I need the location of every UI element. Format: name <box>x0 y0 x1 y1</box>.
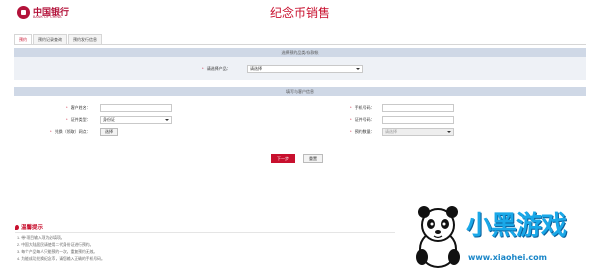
required-mark: * <box>202 66 204 71</box>
tab-divider <box>14 44 586 45</box>
chevron-down-icon <box>447 131 451 133</box>
section-product-panel: * 请选择产品： 请选择 <box>14 57 586 80</box>
reset-button[interactable]: 重置 <box>303 154 323 163</box>
tip-item: 1. 带*项目输入项为必填项。 <box>17 236 65 240</box>
branch-label: 兑换（领取）网点： <box>54 129 91 134</box>
tab-reserve[interactable]: 预约 <box>14 34 32 44</box>
product-select-value: 请选择 <box>250 66 262 71</box>
id-type-label: 证件类型： <box>70 117 91 122</box>
id-type-value: 身份证 <box>103 117 115 122</box>
tips-title-row: 温馨提示 <box>15 224 395 232</box>
tips-list: 1. 带*项目输入项为必填项。 2. 中国大陆居民请使用二代身份证进行预约。 3… <box>17 235 105 263</box>
panda-mascot-icon <box>416 206 460 268</box>
required-mark: * <box>66 105 68 110</box>
required-mark: * <box>350 105 352 110</box>
tab-issue-info[interactable]: 预约发行信息 <box>68 34 102 44</box>
tip-item: 4. 为能成功兑换纪念币，请您输入正确的手机号码。 <box>17 257 105 261</box>
phone-label: 手机号码： <box>354 105 375 110</box>
id-type-row: * 证件类型： <box>66 116 91 124</box>
branch-select-button[interactable]: 选择 <box>100 128 118 136</box>
id-type-select[interactable]: 身份证 <box>100 116 172 124</box>
site-watermark: 小黑游戏 www.xiaohei.com <box>398 199 598 269</box>
product-select[interactable]: 请选择 <box>247 65 363 73</box>
name-input[interactable] <box>100 104 172 112</box>
chevron-down-icon <box>165 119 169 121</box>
section-customer-panel: * 客户姓名： * 证件类型： 身份证 * 兑换（领取）网点： 选择 * 手机号… <box>14 96 586 148</box>
page-title: 纪念币销售 <box>269 6 330 20</box>
chevron-down-icon <box>356 68 360 70</box>
quantity-select-value: 请选择 <box>385 129 397 134</box>
section-product-header: 选择预约品类/存款帐 <box>14 48 586 57</box>
id-number-row: * 证件号码： <box>350 116 375 124</box>
tips-section: 温馨提示 <box>15 224 395 232</box>
location-pin-icon <box>15 225 19 231</box>
watermark-logo: 小黑游戏 <box>466 211 567 241</box>
required-mark: * <box>350 117 352 122</box>
watermark-url: www.xiaohei.com <box>468 253 547 262</box>
tab-bar: 预约 预约记录查询 预约发行信息 <box>14 34 103 44</box>
phone-row: * 手机号码： <box>350 104 375 112</box>
phone-input[interactable] <box>382 104 454 112</box>
branch-row: * 兑换（领取）网点： <box>50 128 91 136</box>
id-number-label: 证件号码： <box>354 117 375 122</box>
next-button[interactable]: 下一步 <box>271 154 295 163</box>
tip-item: 3. 每个产品每人只能预约一次，重复预约无效。 <box>17 250 98 254</box>
quantity-select[interactable]: 请选择 <box>382 128 454 136</box>
name-row: * 客户姓名： <box>66 104 91 112</box>
quantity-row: * 预约数量： <box>350 128 375 136</box>
quantity-label: 预约数量： <box>354 129 375 134</box>
header: 中国银行 BANK OF CHINA 纪念币销售 <box>0 0 600 26</box>
product-label: 请选择产品： <box>206 66 231 71</box>
tip-item: 2. 中国大陆居民请使用二代身份证进行预约。 <box>17 243 94 247</box>
product-row: * 请选择产品： <box>202 65 231 73</box>
required-mark: * <box>350 129 352 134</box>
tips-title: 温馨提示 <box>21 225 44 231</box>
id-number-input[interactable] <box>382 116 454 124</box>
required-mark: * <box>50 129 52 134</box>
name-label: 客户姓名： <box>70 105 91 110</box>
required-mark: * <box>66 117 68 122</box>
section-customer-header: 填写与客户信息 <box>14 87 586 96</box>
tab-reservation-records[interactable]: 预约记录查询 <box>33 34 67 44</box>
tips-divider <box>15 232 395 233</box>
